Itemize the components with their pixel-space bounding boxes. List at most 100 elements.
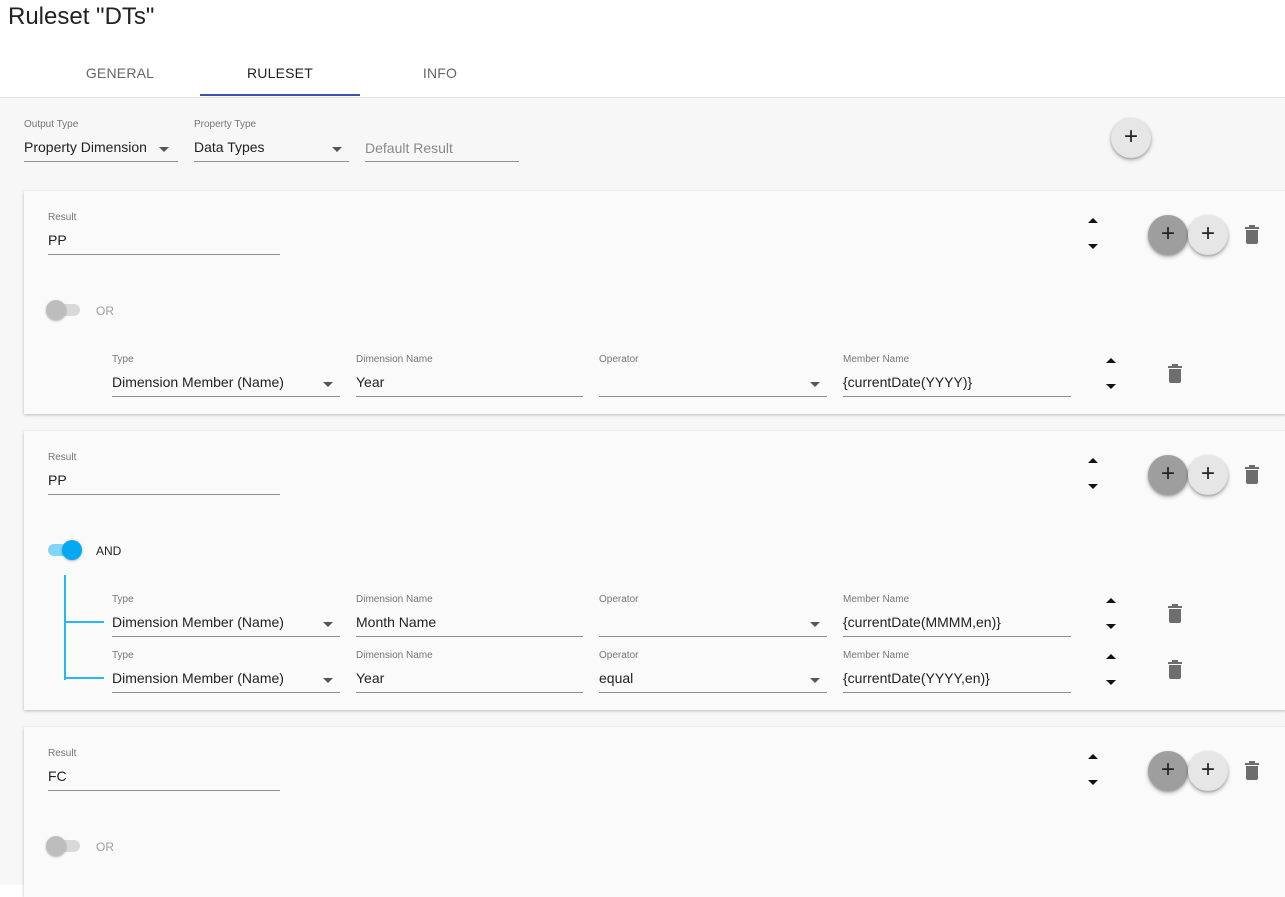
result-label: Result xyxy=(48,212,77,223)
member-name-label: Member Name xyxy=(843,650,910,661)
condition-tree-line xyxy=(64,575,66,680)
move-up-icon[interactable] xyxy=(1106,654,1116,659)
and-or-toggle[interactable] xyxy=(46,835,82,857)
chevron-down-icon xyxy=(323,678,333,683)
result-value: PP xyxy=(48,232,67,248)
member-name-label: Member Name xyxy=(843,354,910,365)
default-result-underline xyxy=(365,161,519,162)
plus-icon: + xyxy=(1160,756,1175,783)
move-down-icon[interactable] xyxy=(1088,244,1098,249)
and-or-toggle[interactable] xyxy=(46,539,82,561)
member-name-value: {currentDate(MMMM,en)} xyxy=(843,614,1001,630)
move-up-icon[interactable] xyxy=(1088,218,1098,223)
result-label: Result xyxy=(48,452,77,463)
chevron-down-icon xyxy=(159,147,169,152)
chevron-down-icon xyxy=(323,382,333,387)
result-underline xyxy=(48,494,280,495)
member-name-value: {currentDate(YYYY,en)} xyxy=(843,670,990,686)
rule-card: Result FC + + OR xyxy=(24,727,1285,897)
plus-icon: + xyxy=(1123,123,1138,150)
toggle-label: AND xyxy=(96,544,122,558)
chevron-down-icon xyxy=(810,622,820,627)
move-down-icon[interactable] xyxy=(1106,624,1116,629)
chevron-down-icon xyxy=(332,147,342,152)
plus-icon: + xyxy=(1160,220,1175,247)
member-name-underline xyxy=(843,636,1071,637)
dimension-name-label: Dimension Name xyxy=(356,354,433,365)
dimension-name-underline xyxy=(356,692,583,693)
delete-icon[interactable] xyxy=(1245,225,1259,244)
dimension-name-underline xyxy=(356,396,583,397)
dimension-name-value: Year xyxy=(356,374,385,390)
move-down-icon[interactable] xyxy=(1088,780,1098,785)
output-type-label: Output Type xyxy=(24,119,79,130)
member-name-label: Member Name xyxy=(843,594,910,605)
move-down-icon[interactable] xyxy=(1106,384,1116,389)
delete-icon[interactable] xyxy=(1245,761,1259,780)
toggle-label: OR xyxy=(96,304,114,318)
operator-underline xyxy=(599,396,827,397)
operator-label: Operator xyxy=(599,354,639,365)
result-value: FC xyxy=(48,768,67,784)
operator-underline xyxy=(599,692,827,693)
type-label: Type xyxy=(112,354,134,365)
add-rule-button[interactable]: + xyxy=(1111,118,1151,158)
output-type-value: Property Dimension xyxy=(24,139,147,155)
move-up-icon[interactable] xyxy=(1088,458,1098,463)
tab-info[interactable]: INFO xyxy=(360,52,520,97)
member-name-value: {currentDate(YYYY)} xyxy=(843,374,973,390)
rule-card: Result PP + + OR Type Dimension Member (… xyxy=(24,191,1285,414)
dimension-name-underline xyxy=(356,636,583,637)
delete-icon[interactable] xyxy=(1168,660,1182,679)
add-group-button[interactable]: + xyxy=(1148,455,1188,495)
chevron-down-icon xyxy=(810,678,820,683)
operator-label: Operator xyxy=(599,650,639,661)
result-underline xyxy=(48,790,280,791)
move-up-icon[interactable] xyxy=(1088,754,1098,759)
dimension-name-label: Dimension Name xyxy=(356,594,433,605)
result-label: Result xyxy=(48,748,77,759)
active-tab-indicator xyxy=(200,94,360,96)
type-underline xyxy=(112,692,340,693)
delete-icon[interactable] xyxy=(1168,604,1182,623)
type-label: Type xyxy=(112,650,134,661)
type-value: Dimension Member (Name) xyxy=(112,670,284,686)
add-condition-button[interactable]: + xyxy=(1188,751,1228,791)
delete-icon[interactable] xyxy=(1245,465,1259,484)
move-down-icon[interactable] xyxy=(1106,680,1116,685)
page-title: Ruleset "DTs" xyxy=(8,3,155,30)
delete-icon[interactable] xyxy=(1168,364,1182,383)
plus-icon: + xyxy=(1200,460,1215,487)
plus-icon: + xyxy=(1200,756,1215,783)
property-type-value: Data Types xyxy=(194,139,265,155)
tab-ruleset[interactable]: RULESET xyxy=(200,52,360,97)
result-value: PP xyxy=(48,472,67,488)
move-up-icon[interactable] xyxy=(1106,358,1116,363)
type-value: Dimension Member (Name) xyxy=(112,614,284,630)
dimension-name-value: Year xyxy=(356,670,385,686)
move-down-icon[interactable] xyxy=(1088,484,1098,489)
condition-tree-branch xyxy=(64,621,104,623)
add-condition-button[interactable]: + xyxy=(1188,215,1228,255)
type-value: Dimension Member (Name) xyxy=(112,374,284,390)
type-underline xyxy=(112,396,340,397)
tab-general[interactable]: GENERAL xyxy=(40,52,200,97)
add-group-button[interactable]: + xyxy=(1148,751,1188,791)
condition-tree-branch xyxy=(64,677,104,679)
operator-label: Operator xyxy=(599,594,639,605)
member-name-underline xyxy=(843,396,1071,397)
default-result-placeholder: Default Result xyxy=(365,140,453,156)
add-condition-button[interactable]: + xyxy=(1188,455,1228,495)
operator-underline xyxy=(599,636,827,637)
move-up-icon[interactable] xyxy=(1106,598,1116,603)
member-name-underline xyxy=(843,692,1071,693)
type-underline xyxy=(112,636,340,637)
chevron-down-icon xyxy=(810,382,820,387)
plus-icon: + xyxy=(1200,220,1215,247)
and-or-toggle[interactable] xyxy=(46,299,82,321)
operator-value: equal xyxy=(599,670,634,686)
output-type-underline xyxy=(24,161,178,162)
result-underline xyxy=(48,254,280,255)
plus-icon: + xyxy=(1160,460,1175,487)
add-group-button[interactable]: + xyxy=(1148,215,1188,255)
